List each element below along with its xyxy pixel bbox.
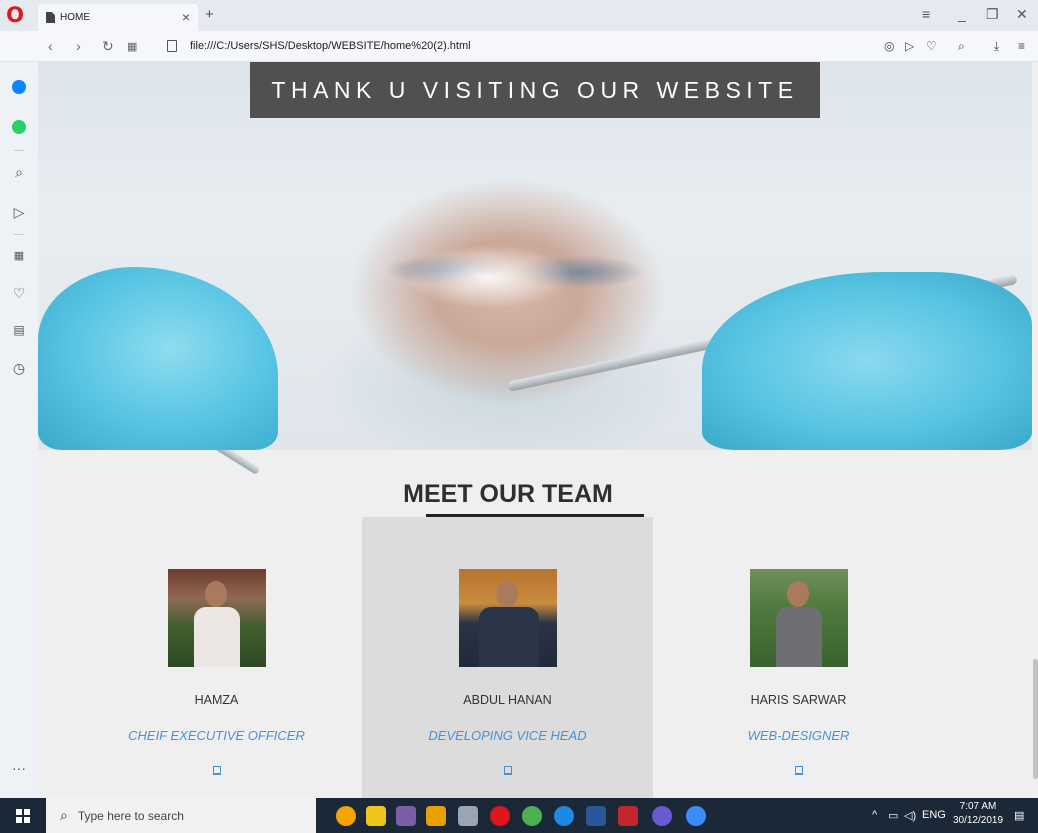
sidebar: ⌕ ▷ ▦ ♡ ▤ ◷ ··· <box>0 62 38 798</box>
member-name: HAMZA <box>194 693 239 707</box>
search-app-icon[interactable] <box>336 806 356 826</box>
sidebar-divider <box>14 234 24 235</box>
member-photo <box>458 569 557 667</box>
section-title: MEET OUR TEAM <box>403 480 613 508</box>
address-bar: ‹ › ↻ ▦ file:///C:/Users/SHS/Desktop/WEB… <box>0 31 1038 62</box>
snapshot-icon[interactable]: ◎ <box>884 39 894 53</box>
glove-left <box>38 267 278 450</box>
person-body <box>775 607 822 667</box>
team-member-card: HAMZA CHEIF EXECUTIVE OFFICER <box>71 569 362 775</box>
back-button[interactable]: ‹ <box>48 38 53 54</box>
welcome-banner: THANK U VISITING OUR WEBSITE <box>250 62 820 118</box>
file-explorer-icon[interactable] <box>366 806 386 826</box>
more-icon[interactable]: ··· <box>9 758 29 778</box>
scrollbar[interactable] <box>1032 62 1038 798</box>
restore-button[interactable]: ❐ <box>986 6 999 23</box>
tab-menu-icon[interactable]: ≡ <box>922 6 930 22</box>
download-icon[interactable]: ⤓ <box>994 39 999 54</box>
tray-chevron-icon[interactable]: ^ <box>872 809 877 821</box>
tab-title: HOME <box>60 12 90 23</box>
volume-icon[interactable]: ◁) <box>904 809 916 822</box>
visual-studio-icon[interactable] <box>396 806 416 826</box>
glove-right <box>702 272 1032 450</box>
send-icon[interactable]: ▷ <box>905 39 914 53</box>
network-icon[interactable]: ▭ <box>888 809 898 822</box>
scrollbar-thumb[interactable] <box>1033 659 1038 779</box>
news-icon[interactable]: ▤ <box>9 320 29 340</box>
app-icon[interactable] <box>686 806 706 826</box>
opera-logo-icon[interactable]: O <box>5 4 25 26</box>
language-indicator[interactable]: ENG <box>922 809 946 821</box>
messenger-icon[interactable] <box>12 80 26 94</box>
new-tab-button[interactable]: + <box>205 6 214 23</box>
page-icon <box>167 40 177 52</box>
sidebar-divider <box>14 150 24 151</box>
speed-dial-button[interactable]: ▦ <box>127 40 137 53</box>
url-field[interactable]: file:///C:/Users/SHS/Desktop/WEBSITE/hom… <box>190 40 471 52</box>
team-member-card: HARIS SARWAR WEB-DESIGNER <box>653 569 944 775</box>
history-icon[interactable]: ◷ <box>9 358 29 378</box>
send-icon[interactable]: ▷ <box>9 202 29 222</box>
member-photo <box>167 569 266 667</box>
app-icon[interactable] <box>652 806 672 826</box>
person-body <box>478 607 539 667</box>
chrome-icon[interactable] <box>522 806 542 826</box>
social-link-icon[interactable] <box>212 766 221 775</box>
member-photo <box>749 569 848 667</box>
sublime-icon[interactable] <box>426 806 446 826</box>
tab-strip: O HOME × + ≡ _ ❐ ✕ <box>0 0 1038 31</box>
opera-icon[interactable] <box>490 806 510 826</box>
browser-window: O HOME × + ≡ _ ❐ ✕ ‹ › ↻ ▦ file:///C:/Us… <box>0 0 1038 833</box>
clock[interactable]: 7:07 AM 30/12/2019 <box>948 800 1008 828</box>
member-role: WEB-DESIGNER <box>747 728 850 743</box>
windows-start-icon[interactable] <box>16 809 30 823</box>
search-icon[interactable]: ⌕ <box>9 162 29 182</box>
heart-icon[interactable]: ♡ <box>9 283 29 303</box>
whatsapp-icon[interactable] <box>12 120 26 134</box>
close-tab-icon[interactable]: × <box>182 9 190 25</box>
social-link-icon[interactable] <box>503 766 512 775</box>
document-icon <box>46 12 55 23</box>
close-window-button[interactable]: ✕ <box>1016 6 1028 23</box>
speed-dial-icon[interactable]: ▦ <box>9 246 29 266</box>
paint-icon[interactable] <box>458 806 478 826</box>
person-head <box>204 581 227 607</box>
forward-button[interactable]: › <box>76 38 81 54</box>
clock-time: 7:07 AM <box>959 801 997 812</box>
social-link-icon[interactable] <box>794 766 803 775</box>
member-role: DEVELOPING VICE HEAD <box>428 728 587 743</box>
member-name: HARIS SARWAR <box>750 693 847 707</box>
search-placeholder: Type here to search <box>77 808 184 823</box>
taskbar-search[interactable]: ⌕ Type here to search <box>46 798 316 833</box>
easy-setup-icon[interactable]: ≡ <box>1018 39 1025 53</box>
taskbar: ⌕ Type here to search ^ ▭ ◁) ENG 7:07 AM… <box>0 798 1038 833</box>
clock-date: 30/12/2019 <box>952 815 1004 826</box>
access-icon[interactable] <box>618 806 638 826</box>
person-body <box>193 607 240 667</box>
web-page: THANK U VISITING OUR WEBSITE MEET OUR TE… <box>38 62 1032 798</box>
reload-button[interactable]: ↻ <box>102 38 114 55</box>
member-name: ABDUL HANAN <box>463 693 552 707</box>
hero-image <box>38 62 1032 476</box>
word-icon[interactable] <box>586 806 606 826</box>
tab-home[interactable]: HOME × <box>38 4 198 31</box>
heart-icon[interactable]: ♡ <box>926 39 937 53</box>
title-underline <box>426 514 644 517</box>
notifications-icon[interactable]: ▤ <box>1014 809 1024 822</box>
person-head <box>786 581 809 607</box>
adblock-icon[interactable]: ⌕ <box>958 39 965 54</box>
person-head <box>495 581 518 607</box>
member-role: CHEIF EXECUTIVE OFFICER <box>128 728 305 743</box>
minimize-button[interactable]: _ <box>958 6 966 22</box>
edge-icon[interactable] <box>554 806 574 826</box>
search-icon: ⌕ <box>60 807 68 823</box>
team-member-card: ABDUL HANAN DEVELOPING VICE HEAD <box>362 569 653 775</box>
